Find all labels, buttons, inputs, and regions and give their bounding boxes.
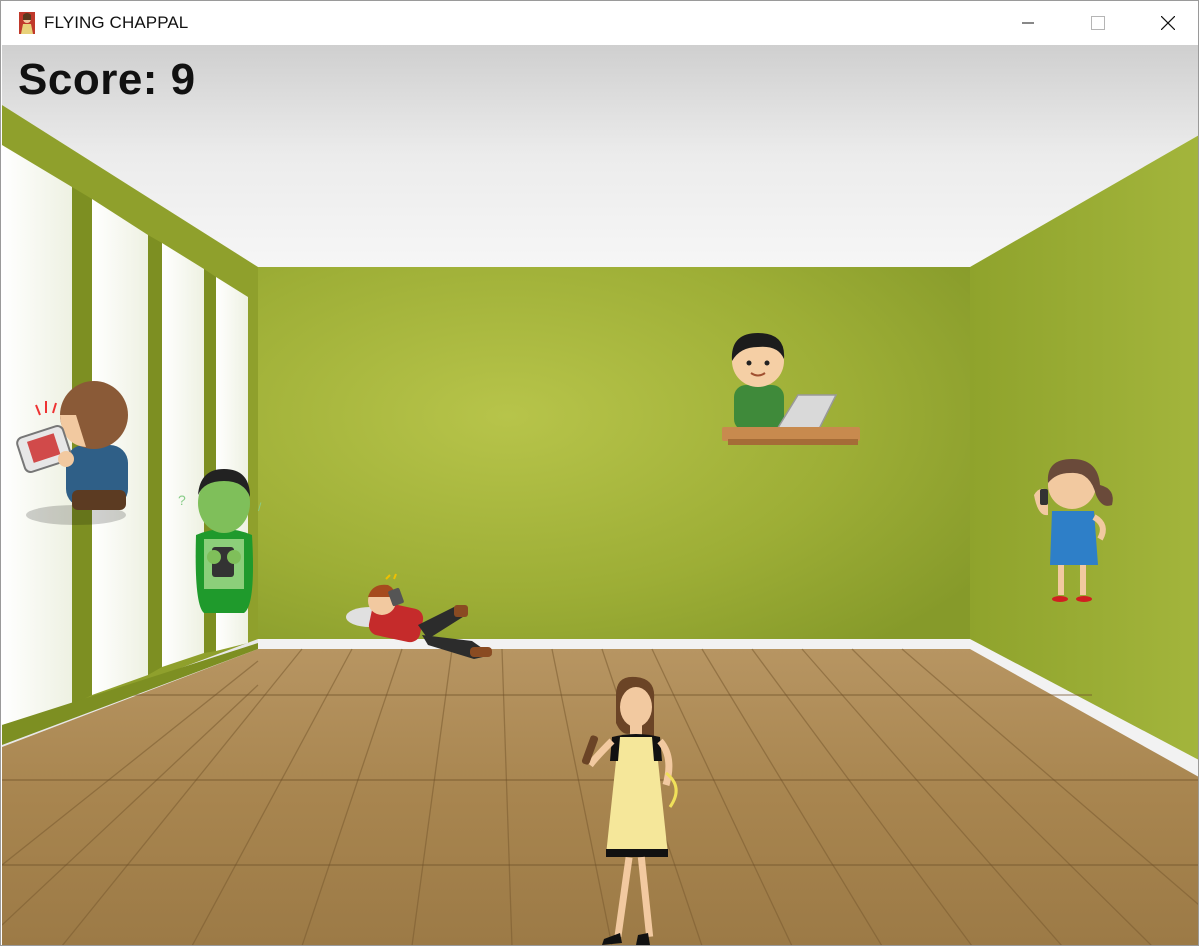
title-bar[interactable]: FLYING CHAPPAL <box>1 1 1198 45</box>
minimize-icon <box>1022 22 1034 24</box>
woman-talking-on-phone[interactable] <box>1026 455 1120 605</box>
man-with-laptop[interactable] <box>718 327 864 453</box>
boy-lying-on-floor-with-phone[interactable] <box>342 573 497 670</box>
score-display: Score: 9 <box>18 55 196 104</box>
window-title: FLYING CHAPPAL <box>44 13 189 32</box>
close-icon <box>1161 16 1175 30</box>
game-window: FLYING CHAPPAL Score: 9 ? / <box>0 0 1199 946</box>
svg-text:/: / <box>258 500 262 514</box>
boy-playing-handheld-game[interactable] <box>16 375 136 525</box>
mother-player-with-chappal[interactable] <box>581 676 692 945</box>
minimize-button[interactable] <box>993 1 1063 45</box>
close-button[interactable] <box>1133 1 1198 45</box>
maximize-button[interactable] <box>1063 1 1133 45</box>
chappal-app-icon <box>17 12 37 34</box>
game-canvas[interactable]: Score: 9 ? / <box>2 45 1198 945</box>
maximize-icon <box>1091 16 1105 30</box>
sick-boy-holding-phone[interactable]: ? / <box>174 465 274 615</box>
svg-text:?: ? <box>178 492 186 508</box>
